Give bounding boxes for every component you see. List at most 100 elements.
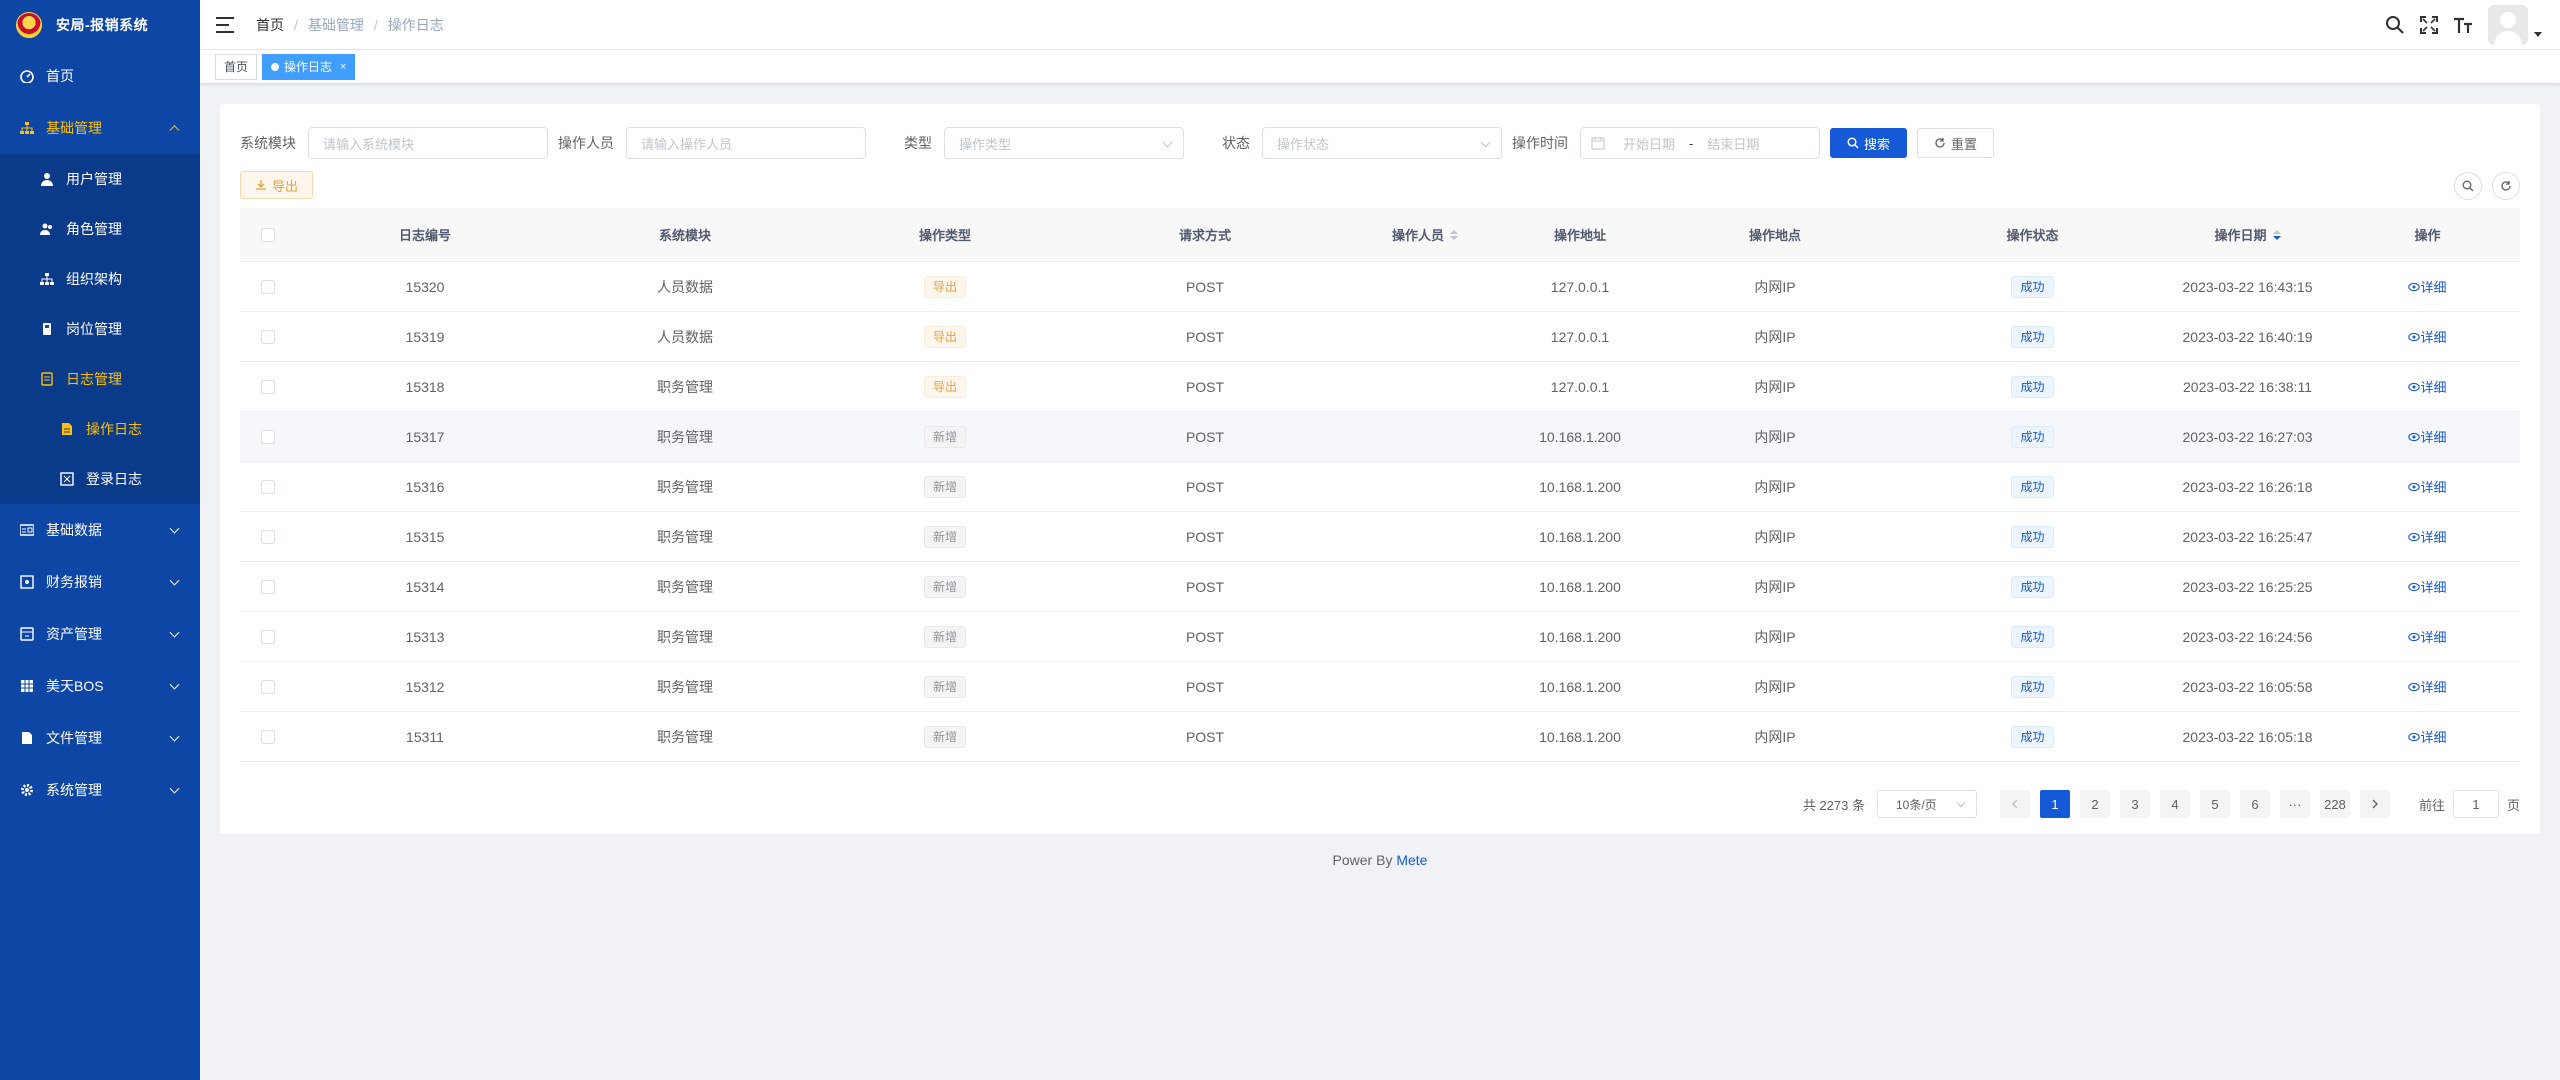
table-row[interactable]: 15319 人员数据 导出 POST 127.0.0.1 内网IP 成功 2023-03-22… (240, 312, 2520, 362)
tag-home[interactable]: 首页 (215, 53, 258, 80)
cell-module: 人员数据 (657, 278, 713, 295)
sidebar-item-operation-log[interactable]: 操作日志 (0, 404, 200, 454)
page-5[interactable]: 5 (2199, 790, 2230, 818)
module-input[interactable]: 请输入系统模块 (308, 127, 548, 159)
sidebar-item-home[interactable]: 首页 (0, 50, 200, 102)
operator-input[interactable]: 请输入操作人员 (626, 127, 866, 159)
type-select[interactable]: 操作类型 (944, 127, 1184, 159)
row-checkbox[interactable] (260, 629, 275, 644)
cell-location: 内网IP (1754, 728, 1796, 745)
sidebar-item-basic-mgmt[interactable]: 基础管理 (0, 102, 200, 154)
col-header-operator[interactable]: 操作人员 (1335, 208, 1515, 261)
row-checkbox[interactable] (260, 279, 275, 294)
cell-ip: 10.168.1.200 (1539, 628, 1621, 645)
sidebar-item-files[interactable]: 文件管理 (0, 712, 200, 764)
search-icon[interactable] (2384, 14, 2406, 36)
sort-icon[interactable] (1450, 229, 1458, 240)
table-row[interactable]: 15315 职务管理 新增 POST 10.168.1.200 内网IP 成功 2023-03… (240, 512, 2520, 562)
page-2[interactable]: 2 (2079, 790, 2110, 818)
sidebar-item-log-mgmt[interactable]: 日志管理 (0, 354, 200, 404)
sidebar-item-org[interactable]: 组织架构 (0, 254, 200, 304)
end-date-input[interactable]: 结束日期 (1707, 134, 1759, 153)
sidebar-item-role-mgmt[interactable]: 角色管理 (0, 204, 200, 254)
footer-link[interactable]: Mete (1396, 852, 1427, 868)
row-checkbox[interactable] (260, 379, 275, 394)
cell-operator (1335, 662, 1515, 711)
sidebar-item-basic-data[interactable]: 基础数据 (0, 504, 200, 556)
page-4[interactable]: 4 (2159, 790, 2190, 818)
refresh-icon[interactable] (2492, 172, 2520, 200)
row-checkbox[interactable] (260, 679, 275, 694)
tag-operation-log[interactable]: 操作日志 × (262, 53, 356, 80)
detail-link[interactable]: 详细 (2408, 477, 2447, 496)
select-all-checkbox[interactable] (260, 227, 275, 242)
table-row[interactable]: 15320 人员数据 导出 POST 127.0.0.1 内网IP 成功 2023-03-22… (240, 262, 2520, 312)
detail-link[interactable]: 详细 (2408, 427, 2447, 446)
cell-id: 15312 (405, 678, 445, 695)
next-page-button[interactable] (2359, 790, 2390, 818)
page-6[interactable]: 6 (2239, 790, 2270, 818)
fullscreen-icon[interactable] (2418, 14, 2440, 36)
row-checkbox[interactable] (260, 729, 275, 744)
avatar[interactable] (2488, 5, 2528, 45)
cell-module: 职务管理 (657, 728, 713, 745)
row-checkbox[interactable] (260, 429, 275, 444)
page-more[interactable]: ··· (2279, 790, 2310, 818)
page-last[interactable]: 228 (2319, 790, 2350, 818)
status-select[interactable]: 操作状态 (1262, 127, 1502, 159)
breadcrumb-home[interactable]: 首页 (256, 15, 284, 35)
detail-link[interactable]: 详细 (2408, 377, 2447, 396)
close-icon[interactable]: × (340, 55, 346, 79)
reset-button[interactable]: 重置 (1917, 128, 1995, 158)
sort-icon[interactable] (2272, 229, 2281, 240)
detail-link[interactable]: 详细 (2408, 577, 2447, 596)
sidebar-item-post[interactable]: 岗位管理 (0, 304, 200, 354)
table-row[interactable]: 15316 职务管理 新增 POST 10.168.1.200 内网IP 成功 2023-03… (240, 462, 2520, 512)
table-row[interactable]: 15311 职务管理 新增 POST 10.168.1.200 内网IP 成功 2023-03… (240, 712, 2520, 762)
table-row[interactable]: 15314 职务管理 新增 POST 10.168.1.200 内网IP 成功 2023-03… (240, 562, 2520, 612)
detail-link[interactable]: 详细 (2408, 727, 2447, 746)
row-checkbox[interactable] (260, 479, 275, 494)
sidebar-item-system[interactable]: 系统管理 (0, 764, 200, 816)
detail-link[interactable]: 详细 (2408, 527, 2447, 546)
table-row[interactable]: 15312 职务管理 新增 POST 10.168.1.200 内网IP 成功 2023-03… (240, 662, 2520, 712)
page-3[interactable]: 3 (2119, 790, 2150, 818)
sidebar-item-bos[interactable]: 美天BOS (0, 660, 200, 712)
page-size-select[interactable]: 10条/页 (1876, 790, 1977, 818)
row-checkbox[interactable] (260, 529, 275, 544)
status-badge: 成功 (2011, 575, 2054, 598)
cell-id: 15315 (405, 528, 445, 545)
cell-location: 内网IP (1754, 678, 1796, 695)
chevron-down-icon (1162, 137, 1173, 148)
detail-link[interactable]: 详细 (2408, 677, 2447, 696)
date-range-picker[interactable]: 开始日期 - 结束日期 (1580, 127, 1820, 159)
goto-page-input[interactable]: 1 (2452, 790, 2499, 818)
page-1[interactable]: 1 (2039, 790, 2070, 818)
col-header-date[interactable]: 操作日期 (2160, 208, 2335, 261)
logo[interactable]: 安局-报销系统 (0, 0, 200, 50)
table-row[interactable]: 15317 职务管理 新增 POST 10.168.1.200 内网IP 成功 2023-03… (240, 412, 2520, 462)
hamburger-icon[interactable] (216, 16, 234, 33)
caret-down-icon[interactable] (2534, 31, 2542, 37)
sidebar-item-finance[interactable]: 财务报销 (0, 556, 200, 608)
table-row[interactable]: 15313 职务管理 新增 POST 10.168.1.200 内网IP 成功 2023-03… (240, 612, 2520, 662)
row-checkbox[interactable] (260, 329, 275, 344)
toggle-search-icon[interactable] (2454, 172, 2482, 200)
row-checkbox[interactable] (260, 579, 275, 594)
cell-date: 2023-03-22 16:38:11 (2183, 378, 2312, 395)
detail-link[interactable]: 详细 (2408, 627, 2447, 646)
export-button[interactable]: 导出 (240, 171, 314, 199)
cell-method: POST (1185, 328, 1225, 345)
prev-page-button[interactable] (1999, 790, 2030, 818)
sidebar-item-assets[interactable]: 资产管理 (0, 608, 200, 660)
detail-link[interactable]: 详细 (2408, 327, 2447, 346)
search-button[interactable]: 搜索 (1830, 128, 1908, 158)
detail-link[interactable]: 详细 (2408, 277, 2447, 296)
start-date-input[interactable]: 开始日期 (1623, 134, 1675, 153)
chevron-down-icon (169, 523, 180, 534)
table-row[interactable]: 15318 职务管理 导出 POST 127.0.0.1 内网IP 成功 2023-03-22… (240, 362, 2520, 412)
font-size-icon[interactable] (2452, 14, 2474, 36)
sidebar-item-login-log[interactable]: 登录日志 (0, 454, 200, 504)
cell-date: 2023-03-22 16:25:25 (2182, 578, 2313, 595)
sidebar-item-user-mgmt[interactable]: 用户管理 (0, 154, 200, 204)
